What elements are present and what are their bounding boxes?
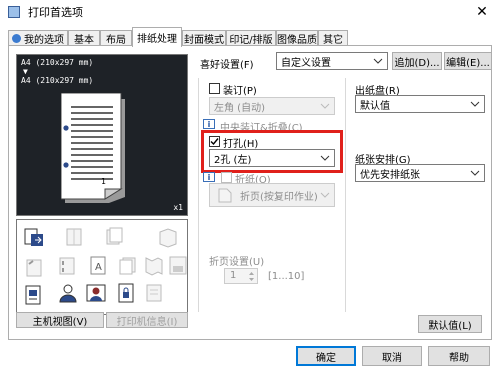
chevron-down-icon bbox=[470, 101, 480, 107]
printer-view-button[interactable]: 主机视图(V) bbox=[16, 312, 104, 328]
tab-quality[interactable]: 图像品质 bbox=[276, 30, 318, 46]
printer-info-button: 打印机信息(I) bbox=[106, 312, 188, 328]
ok-button[interactable]: 确定 bbox=[296, 346, 356, 366]
spinner-arrows-icon bbox=[249, 272, 254, 281]
fold-text-a-icon: A bbox=[90, 256, 106, 275]
paper-arrangement-dropdown[interactable]: 优先安排纸张 bbox=[355, 164, 485, 182]
tab-layout[interactable]: 布局 bbox=[100, 30, 132, 46]
tab-label: 印记/排版 bbox=[229, 35, 273, 46]
punch-checkbox[interactable] bbox=[209, 136, 220, 147]
tab-label: 排纸处理 bbox=[137, 34, 177, 45]
output-tray-dropdown[interactable]: 默认值 bbox=[355, 95, 485, 113]
edit-favorite-button[interactable]: 编辑(E)... bbox=[444, 52, 492, 70]
preview-arrow: ▼ bbox=[23, 67, 28, 76]
user-icon bbox=[12, 34, 21, 43]
favorites-dropdown[interactable]: 自定义设置 bbox=[276, 52, 388, 70]
fold-stack-icon bbox=[119, 257, 136, 275]
favorites-label: 喜好设置(F) bbox=[200, 60, 254, 71]
account-track-icon[interactable] bbox=[85, 282, 107, 304]
fold-pages-label: 折页设置(U) bbox=[209, 257, 265, 268]
tab-label: 其它 bbox=[323, 35, 343, 46]
tab-strip: 我的选项 基本 布局 排纸处理 封面模式 印记/排版 图像品质 其它 bbox=[0, 26, 500, 47]
chevron-down-icon bbox=[320, 103, 330, 109]
tab-label: 布局 bbox=[106, 35, 126, 46]
cover-icon bbox=[169, 256, 187, 275]
chevron-down-icon bbox=[320, 155, 330, 161]
preview-page-number: 1 bbox=[101, 177, 106, 186]
fold-page-icon bbox=[218, 188, 232, 203]
close-button[interactable]: ✕ bbox=[464, 0, 500, 24]
tab-label: 封面模式 bbox=[184, 35, 224, 46]
fold-pages-stepper: 1 bbox=[224, 268, 258, 284]
checkmark-icon bbox=[210, 138, 219, 146]
tab-label: 基本 bbox=[74, 35, 94, 46]
tab-cover-mode[interactable]: 封面模式 bbox=[182, 30, 226, 46]
preview-paper-size-original: A4 (210x297 mm) bbox=[21, 58, 94, 67]
booklet-icon bbox=[66, 228, 82, 246]
tab-other[interactable]: 其它 bbox=[318, 30, 348, 46]
chevron-down-icon bbox=[320, 192, 330, 198]
tab-stamp-composition[interactable]: 印记/排版 bbox=[226, 30, 276, 46]
tab-my-options[interactable]: 我的选项 bbox=[8, 30, 68, 46]
chevron-down-icon bbox=[470, 170, 480, 176]
z-fold-icon bbox=[145, 257, 163, 276]
add-favorite-button[interactable]: 追加(D)... bbox=[392, 52, 442, 70]
staple-label: 装订(P) bbox=[223, 86, 257, 97]
tray-output-icon[interactable] bbox=[23, 226, 45, 248]
staple-position-dropdown: 左角 (自动) bbox=[209, 97, 335, 115]
fold-pages-value: 1 bbox=[230, 270, 237, 281]
staple-corner-icon bbox=[26, 259, 42, 277]
user-authentication-icon[interactable] bbox=[57, 282, 79, 304]
staple-position-value: 左角 (自动) bbox=[214, 102, 265, 114]
staple-double-icon bbox=[59, 257, 75, 275]
favorites-value: 自定义设置 bbox=[281, 57, 331, 69]
cancel-button[interactable]: 取消 bbox=[362, 346, 422, 366]
fold-pages-range: [1...10] bbox=[268, 271, 305, 282]
document-icon[interactable] bbox=[23, 284, 45, 306]
section-divider-left bbox=[198, 78, 199, 312]
fold-type-dropdown: 折页(按复印作业) bbox=[209, 183, 335, 207]
fold-type-value: 折页(按复印作业) bbox=[240, 191, 318, 203]
fold-checkbox bbox=[221, 172, 232, 183]
title-bar: 打印首选项 ✕ bbox=[0, 0, 500, 24]
secure-print-icon[interactable] bbox=[115, 282, 137, 304]
punch-label: 打孔(H) bbox=[223, 139, 259, 150]
info-icon: i bbox=[203, 119, 215, 129]
help-button[interactable]: 帮助 bbox=[428, 346, 490, 366]
chevron-down-icon bbox=[373, 58, 383, 64]
proof-print-icon bbox=[146, 284, 162, 302]
restore-default-button[interactable]: 默认值(L) bbox=[418, 315, 482, 333]
output-tray-value: 默认值 bbox=[360, 100, 390, 112]
offset-icon bbox=[106, 227, 123, 245]
window-title: 打印首选项 bbox=[28, 6, 83, 19]
tab-basic[interactable]: 基本 bbox=[68, 30, 100, 46]
info-icon: i bbox=[203, 172, 215, 182]
page-preview: A4 (210x297 mm) ▼ A4 (210x297 mm) 1 x1 bbox=[16, 54, 188, 216]
svg-text:A: A bbox=[95, 262, 102, 273]
fold-letter-icon bbox=[159, 228, 177, 248]
tab-label: 图像品质 bbox=[277, 35, 317, 46]
section-divider-right bbox=[345, 78, 346, 312]
punch-holes-value: 2孔 (左) bbox=[214, 154, 252, 166]
preview-copies: x1 bbox=[173, 203, 183, 212]
tab-label: 我的选项 bbox=[24, 35, 64, 46]
staple-checkbox[interactable] bbox=[209, 83, 220, 94]
preview-document-icon bbox=[61, 93, 125, 203]
printer-app-icon bbox=[8, 6, 20, 18]
preview-paper-size-output: A4 (210x297 mm) bbox=[21, 76, 94, 85]
tab-finishing[interactable]: 排纸处理 bbox=[132, 27, 182, 47]
paper-arrangement-value: 优先安排纸张 bbox=[360, 169, 420, 181]
finishing-icon-grid: A bbox=[16, 219, 188, 315]
punch-holes-dropdown[interactable]: 2孔 (左) bbox=[209, 149, 335, 167]
